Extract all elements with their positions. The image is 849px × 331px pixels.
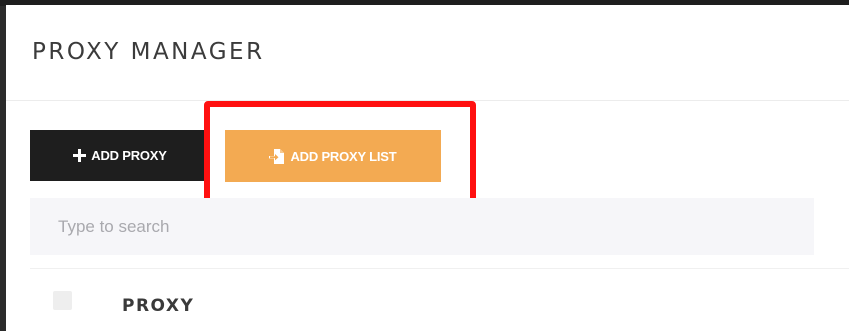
column-header-proxy[interactable]: PROXY: [122, 296, 194, 316]
page-title: PROXY MANAGER: [32, 39, 265, 65]
add-proxy-list-label: ADD PROXY LIST: [290, 148, 397, 164]
table-header-row: PROXY: [30, 268, 849, 331]
add-proxy-button[interactable]: ADD PROXY: [30, 130, 210, 181]
add-proxy-list-button[interactable]: ADD PROXY LIST: [225, 130, 441, 182]
select-all-checkbox[interactable]: [53, 291, 72, 310]
panel-header: PROXY MANAGER: [6, 5, 849, 101]
file-import-icon: [269, 148, 285, 165]
search-input[interactable]: [30, 198, 814, 255]
proxy-manager-panel: PROXY MANAGER ADD PROXY ADD PROXY LIST P…: [6, 5, 849, 331]
add-proxy-label: ADD PROXY: [91, 148, 167, 163]
plus-icon: [73, 149, 87, 162]
